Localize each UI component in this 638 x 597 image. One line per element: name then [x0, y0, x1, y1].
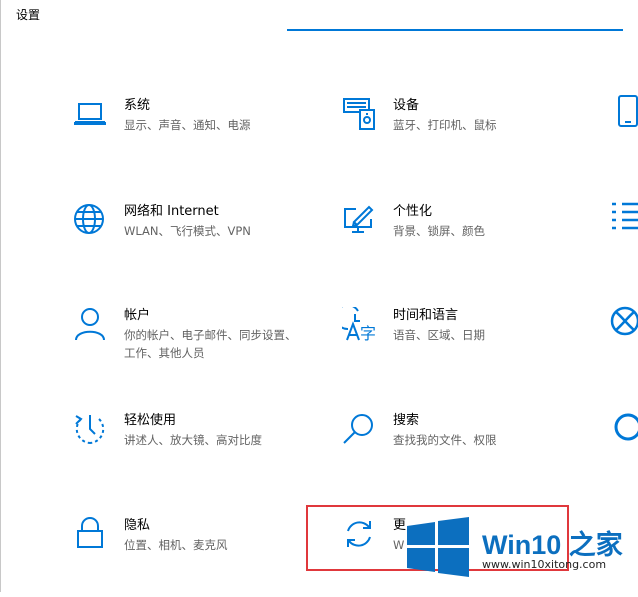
- svg-text:字: 字: [360, 324, 376, 341]
- tile-title: 设备: [393, 98, 420, 113]
- devices-icon: [342, 97, 376, 131]
- apps-list-icon[interactable]: [608, 199, 638, 233]
- tile-title: 系统: [124, 98, 151, 113]
- tile-devices[interactable]: 设备 蓝牙、打印机、鼠标: [342, 97, 592, 177]
- tile-description: 查找我的文件、权限: [393, 433, 497, 447]
- tile-description: 显示、声音、通知、电源: [124, 118, 251, 132]
- tile-description: 你的帐户、电子邮件、同步设置、工作、其他人员: [124, 328, 297, 360]
- tile-title: 个性化: [393, 204, 433, 219]
- window-title: 设置: [16, 8, 41, 22]
- tile-title: 网络和 Internet: [124, 204, 219, 219]
- tile-description: 蓝牙、打印机、鼠标: [393, 118, 497, 132]
- globe-icon: [73, 203, 107, 237]
- tile-description: 位置、相机、麦克风: [124, 538, 228, 552]
- laptop-icon: [73, 97, 107, 131]
- phone-icon[interactable]: [608, 95, 638, 129]
- time-language-icon: 字: [342, 307, 376, 341]
- windows-logo-icon: [407, 517, 469, 577]
- cortana-icon[interactable]: [608, 410, 638, 444]
- tile-description: 讲述人、放大镜、高对比度: [124, 433, 262, 447]
- tile-accounts[interactable]: 帐户 你的帐户、电子邮件、同步设置、工作、其他人员: [73, 307, 323, 387]
- tile-privacy[interactable]: 隐私 位置、相机、麦克风: [73, 517, 323, 597]
- person-icon: [73, 307, 107, 341]
- watermark-logo: Win10 之家 www.win10xitong.com: [405, 517, 633, 579]
- watermark-url: www.win10xitong.com: [482, 558, 607, 571]
- personalization-icon: [342, 203, 376, 237]
- tile-description: 语音、区域、日期: [393, 328, 485, 342]
- xbox-icon[interactable]: [608, 304, 638, 338]
- tile-system[interactable]: 系统 显示、声音、通知、电源: [73, 97, 323, 177]
- window-frame-left: [0, 0, 1, 592]
- lock-icon: [73, 517, 107, 551]
- ease-of-access-icon: [73, 412, 107, 446]
- tile-personalization[interactable]: 个性化 背景、锁屏、颜色: [342, 203, 592, 283]
- tile-title: 搜索: [393, 413, 420, 428]
- tile-description: 背景、锁屏、颜色: [393, 224, 485, 238]
- tile-title: 时间和语言: [393, 308, 459, 323]
- tile-search[interactable]: 搜索 查找我的文件、权限: [342, 412, 592, 492]
- tile-network[interactable]: 网络和 Internet WLAN、飞行模式、VPN: [73, 203, 323, 283]
- tile-ease-of-access[interactable]: 轻松使用 讲述人、放大镜、高对比度: [73, 412, 323, 492]
- tile-description: WLAN、飞行模式、VPN: [124, 224, 251, 238]
- tile-title: 帐户: [124, 308, 151, 323]
- tile-title: 轻松使用: [124, 413, 177, 428]
- search-icon: [342, 412, 376, 446]
- search-box-underline[interactable]: [287, 29, 623, 31]
- watermark-brand: Win10 之家: [482, 530, 623, 560]
- tile-title: 隐私: [124, 518, 151, 533]
- tile-time-language[interactable]: 字 时间和语言 语音、区域、日期: [342, 307, 592, 387]
